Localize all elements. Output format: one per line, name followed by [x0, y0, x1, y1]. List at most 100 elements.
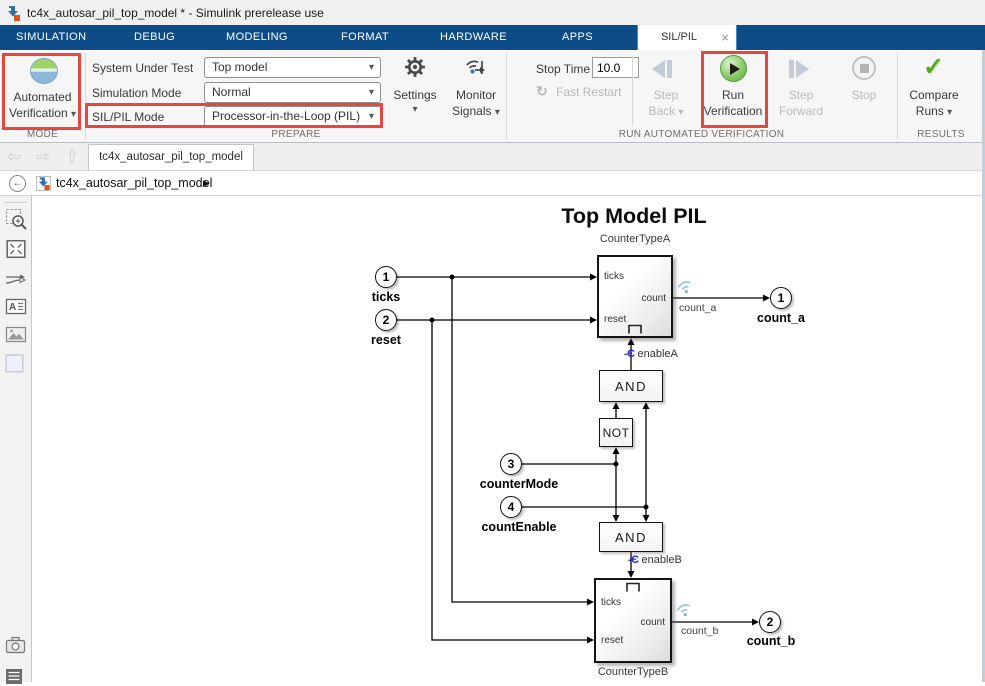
- ribbon-tab-apps[interactable]: APPS: [562, 25, 593, 50]
- section-mode: MODE: [0, 129, 85, 140]
- nav-forward-icon[interactable]: ⇨: [36, 143, 50, 170]
- stop-label: Stop: [838, 88, 890, 102]
- collapse-browser-icon[interactable]: ←: [9, 175, 26, 192]
- nav-back-icon[interactable]: ⇦: [7, 143, 21, 170]
- outport-count-b[interactable]: 2: [759, 611, 781, 633]
- caret-down-icon: ▾: [495, 107, 500, 118]
- signal-monitor-icon: [678, 281, 693, 294]
- simulation-mode-select[interactable]: Normal ▾: [204, 82, 381, 103]
- window-title: tc4x_autosar_pil_top_model * - Simulink …: [27, 6, 324, 20]
- highlight-silpil-mode: [85, 103, 383, 128]
- document-tab[interactable]: tc4x_autosar_pil_top_model: [88, 144, 254, 170]
- settings-button[interactable]: Settings ▾: [388, 50, 442, 129]
- caret-down-icon: ▾: [947, 107, 952, 118]
- signal-enable-a-label: -ЄenableA: [624, 348, 678, 360]
- diagram-title: Top Model PIL: [561, 204, 706, 229]
- breadcrumb-arrow-icon[interactable]: ▶: [203, 171, 210, 196]
- and-gate-a[interactable]: AND: [599, 370, 663, 402]
- signal-monitor-icon: [677, 604, 692, 617]
- inport-countenable[interactable]: 4: [500, 496, 522, 518]
- compare-runs-label1: Compare: [901, 88, 967, 102]
- zoom-region-icon[interactable]: [5, 208, 28, 231]
- counter-b-count-pin: count: [641, 617, 665, 628]
- counter-a-name: CounterTypeA: [600, 233, 670, 245]
- screenshot-camera-icon[interactable]: [5, 636, 26, 654]
- ribbon-tab-simulation[interactable]: SIMULATION: [16, 25, 86, 50]
- simulink-icon: [5, 5, 21, 21]
- monitor-label1: Monitor: [446, 88, 506, 102]
- check-icon: ✓: [923, 52, 944, 82]
- step-forward-button[interactable]: Step Forward: [770, 50, 832, 129]
- step-forward-label2: Forward: [770, 104, 832, 118]
- close-tab-icon[interactable]: ×: [721, 25, 729, 50]
- signal-lines-icon[interactable]: [5, 272, 27, 288]
- ribbon-tab-hardware[interactable]: HARDWARE: [440, 25, 507, 50]
- simulation-mode-label: Simulation Mode: [92, 83, 181, 103]
- section-run: RUN AUTOMATED VERIFICATION: [506, 129, 897, 140]
- gear-icon: [404, 56, 426, 78]
- enable-port-icon: [626, 582, 641, 592]
- system-under-test-select[interactable]: Top model ▾: [204, 57, 381, 78]
- counter-b-block[interactable]: ticks count reset: [594, 578, 672, 663]
- monitor-signals-button[interactable]: Monitor Signals ▾: [446, 50, 506, 129]
- caret-down-icon: ▾: [369, 58, 374, 77]
- stop-time-label: Stop Time: [536, 59, 590, 79]
- viewmarks-icon[interactable]: [5, 668, 25, 686]
- area-icon[interactable]: [5, 354, 25, 374]
- ribbon-tab-bar: SIMULATION DEBUG MODELING FORMAT HARDWAR…: [0, 25, 985, 50]
- counter-a-block[interactable]: ticks count reset: [597, 255, 673, 338]
- fast-restart-icon: ↻: [536, 83, 548, 99]
- breadcrumb: ← tc4x_autosar_pil_top_model ▶: [0, 170, 985, 196]
- inport-ticks-label: ticks: [321, 290, 451, 304]
- inport-countenable-label: countEnable: [454, 520, 584, 534]
- counter-b-reset-pin: reset: [601, 635, 623, 646]
- compare-runs-label2: Runs ▾: [901, 104, 967, 118]
- model-badge-icon: [36, 176, 51, 191]
- inport-ticks[interactable]: 1: [375, 266, 397, 288]
- counter-b-ticks-pin: ticks: [601, 597, 621, 608]
- signal-wires: [32, 196, 985, 682]
- outport-count-a[interactable]: 1: [770, 287, 792, 309]
- image-icon[interactable]: [5, 326, 27, 343]
- ribbon-tab-format[interactable]: FORMAT: [341, 25, 389, 50]
- and-gate-b[interactable]: AND: [599, 522, 663, 552]
- caret-down-icon: ▾: [369, 83, 374, 102]
- fit-to-view-icon[interactable]: [5, 238, 27, 260]
- nav-up-icon[interactable]: ⇧: [65, 143, 79, 170]
- system-under-test-label: System Under Test: [92, 58, 193, 78]
- fast-restart-label: Fast Restart: [556, 85, 621, 99]
- settings-label: Settings: [388, 88, 442, 102]
- enable-port-icon: [628, 324, 643, 334]
- highlight-run-verification: [701, 51, 768, 128]
- inport-countermode[interactable]: 3: [500, 453, 522, 475]
- not-gate[interactable]: NOT: [599, 418, 633, 447]
- counter-a-reset-pin: reset: [604, 314, 626, 325]
- inport-reset-label: reset: [321, 333, 451, 347]
- section-prepare: PREPARE: [86, 129, 506, 140]
- outport-count-a-label: count_a: [716, 311, 846, 325]
- ribbon-tab-modeling[interactable]: MODELING: [226, 25, 288, 50]
- ribbon-tab-silpil[interactable]: SIL/PIL ×: [637, 25, 737, 50]
- compare-runs-button[interactable]: ✓ Compare Runs ▾: [901, 50, 967, 129]
- fast-restart-button[interactable]: ↻ Fast Restart: [536, 83, 621, 100]
- signal-count-b-label: count_b: [681, 625, 718, 637]
- ribbon-tab-debug[interactable]: DEBUG: [134, 25, 175, 50]
- breadcrumb-model-name[interactable]: tc4x_autosar_pil_top_model: [56, 171, 212, 196]
- caret-down-icon: ▾: [679, 107, 684, 118]
- toolstrip: Automated Verification ▾ MODE System Und…: [0, 50, 985, 143]
- resolve-signal-icon: -Є: [624, 348, 635, 360]
- stop-button[interactable]: Stop: [838, 50, 890, 129]
- step-back-icon: [652, 60, 674, 78]
- inport-reset[interactable]: 2: [375, 309, 397, 331]
- caret-down-icon: ▾: [388, 104, 442, 115]
- highlight-automated-verification: [2, 53, 81, 130]
- counter-b-name: CounterTypeB: [598, 666, 668, 678]
- model-canvas[interactable]: Top Model PIL CounterTypeA ticks count r…: [32, 196, 985, 682]
- monitor-signals-icon: [464, 55, 490, 79]
- outport-count-b-label: count_b: [706, 634, 836, 648]
- signal-count-a-label: count_a: [679, 302, 716, 314]
- step-forward-label1: Step: [770, 88, 832, 102]
- step-back-label1: Step: [638, 88, 694, 102]
- annotation-icon[interactable]: A: [5, 298, 27, 315]
- step-back-button[interactable]: Step Back ▾: [638, 50, 694, 129]
